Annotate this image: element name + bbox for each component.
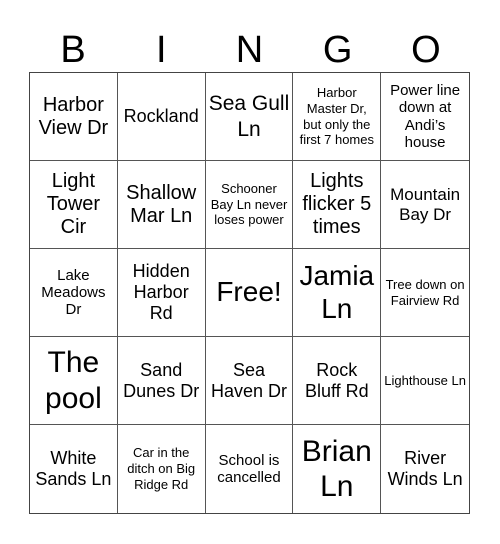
bingo-header: B I N G O bbox=[29, 28, 470, 72]
bingo-cell[interactable]: Hidden Harbor Rd bbox=[117, 249, 206, 337]
bingo-cell[interactable]: Lights flicker 5 times bbox=[293, 161, 382, 249]
bingo-cell[interactable]: Power line down at Andi’s house bbox=[381, 73, 469, 161]
bingo-cell[interactable]: School is cancelled bbox=[206, 425, 294, 513]
bingo-cell[interactable]: Shallow Mar Ln bbox=[117, 161, 206, 249]
bingo-grid: Harbor View Dr Rockland Sea Gull Ln Harb… bbox=[29, 72, 470, 514]
header-letter-i: I bbox=[156, 29, 167, 71]
bingo-cell[interactable]: The pool bbox=[30, 337, 118, 425]
header-letter-n: N bbox=[235, 29, 264, 71]
bingo-cell[interactable]: Rockland bbox=[117, 73, 206, 161]
bingo-cell[interactable]: Light Tower Cir bbox=[30, 161, 118, 249]
header-letter-g: G bbox=[322, 29, 353, 71]
bingo-cell[interactable]: Tree down on Fairview Rd bbox=[381, 249, 469, 337]
bingo-cell[interactable]: Lake Meadows Dr bbox=[30, 249, 118, 337]
bingo-cell[interactable]: Sand Dunes Dr bbox=[117, 337, 206, 425]
bingo-cell[interactable]: Mountain Bay Dr bbox=[381, 161, 469, 249]
header-letter-o: O bbox=[411, 29, 441, 71]
bingo-cell[interactable]: Jamia Ln bbox=[293, 249, 382, 337]
bingo-cell[interactable]: Brian Ln bbox=[293, 425, 382, 513]
bingo-cell[interactable]: Rock Bluff Rd bbox=[293, 337, 382, 425]
bingo-cell[interactable]: River Winds Ln bbox=[381, 425, 469, 513]
header-letter-b: B bbox=[60, 29, 86, 71]
bingo-cell[interactable]: Lighthouse Ln bbox=[381, 337, 469, 425]
bingo-cell[interactable]: Sea Haven Dr bbox=[205, 337, 294, 425]
bingo-cell[interactable]: Harbor View Dr bbox=[30, 73, 118, 161]
free-space-cell[interactable]: Free! bbox=[205, 249, 294, 337]
bingo-cell[interactable]: Schooner Bay Ln never loses power bbox=[205, 161, 294, 249]
bingo-cell[interactable]: White Sands Ln bbox=[30, 425, 118, 513]
bingo-cell[interactable]: Sea Gull Ln bbox=[205, 73, 294, 161]
bingo-cell[interactable]: Car in the ditch on Big Ridge Rd bbox=[118, 425, 206, 513]
bingo-cell[interactable]: Harbor Master Dr, but only the first 7 h… bbox=[293, 73, 382, 161]
